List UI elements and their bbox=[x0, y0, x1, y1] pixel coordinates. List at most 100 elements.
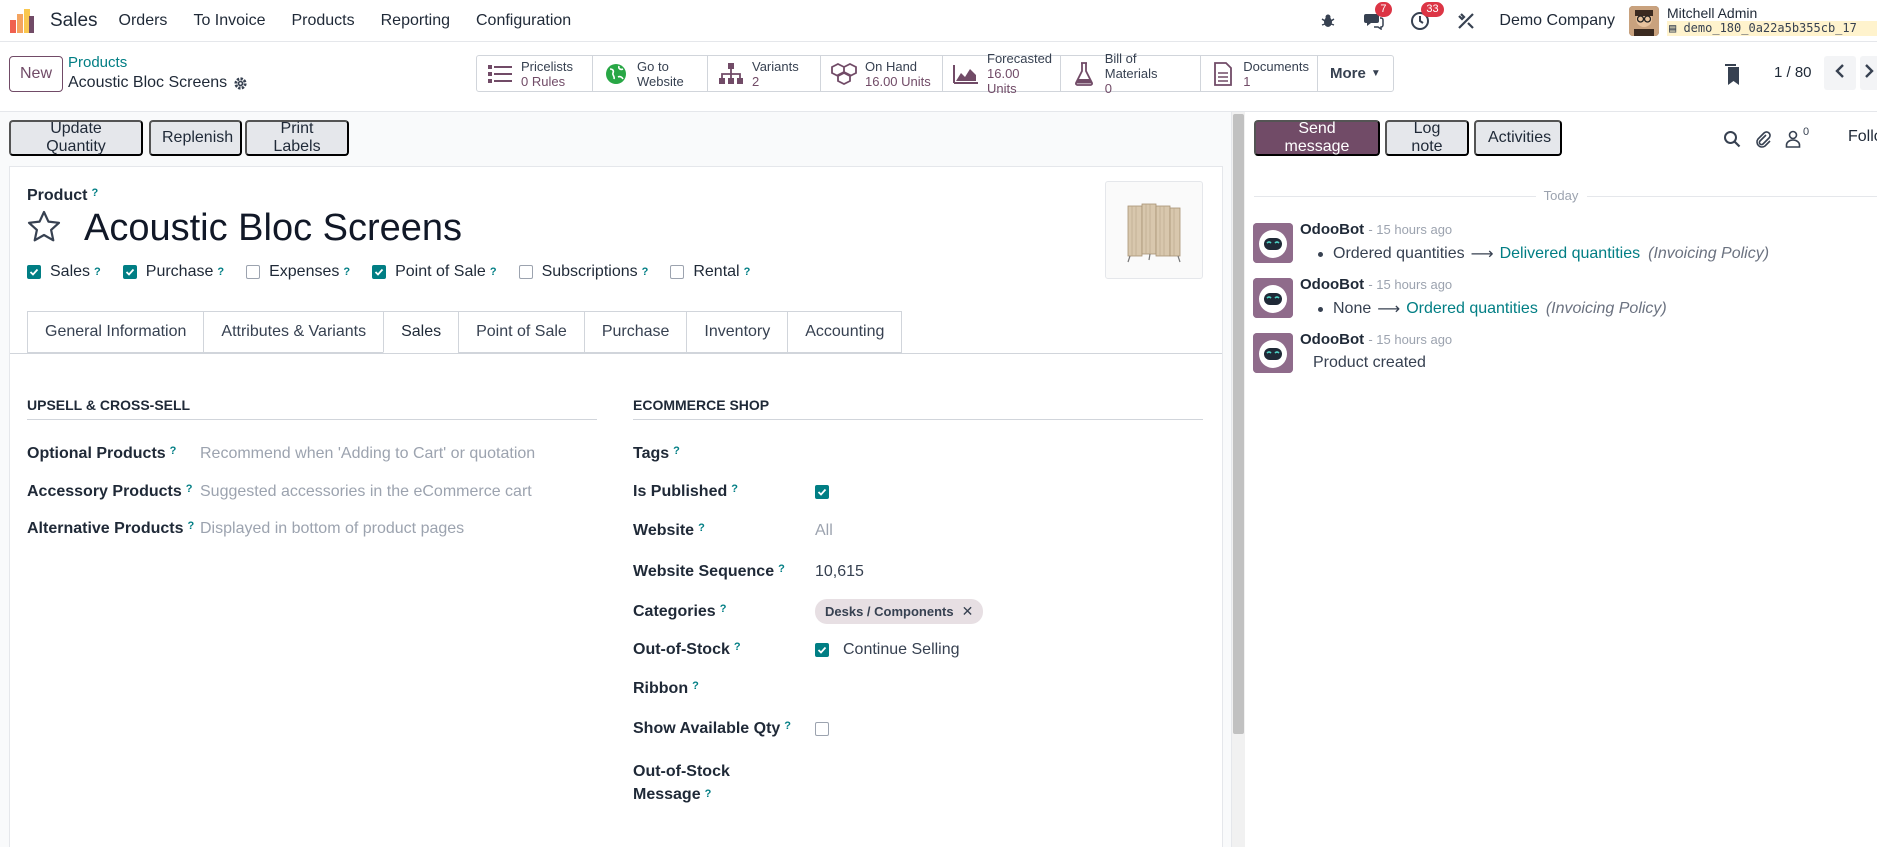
print-labels-button[interactable]: Print Labels bbox=[245, 120, 349, 156]
help-tooltip[interactable]: ? bbox=[94, 266, 101, 278]
search-icon[interactable] bbox=[1723, 130, 1741, 153]
product-name[interactable]: Acoustic Bloc Screens bbox=[84, 207, 462, 250]
odoobot-avatar[interactable] bbox=[1253, 333, 1293, 373]
top-navbar: Sales Orders To Invoice Products Reporti… bbox=[0, 0, 1877, 42]
checkbox-sales[interactable]: Sales? bbox=[27, 263, 101, 281]
help-tooltip[interactable]: ? bbox=[784, 720, 791, 732]
pager-previous-button[interactable] bbox=[1824, 56, 1856, 90]
replenish-button[interactable]: Replenish bbox=[149, 120, 242, 156]
remove-tag-icon[interactable]: ✕ bbox=[962, 603, 974, 620]
odoobot-avatar[interactable] bbox=[1253, 223, 1293, 263]
menu-reporting[interactable]: Reporting bbox=[381, 12, 450, 30]
breadcrumb-products[interactable]: Products bbox=[68, 54, 127, 71]
smart-button-documents[interactable]: Documents 1 bbox=[1201, 56, 1318, 91]
help-tooltip[interactable]: ? bbox=[91, 187, 98, 199]
product-flags: Sales? Purchase? Expenses? Point of Sale… bbox=[27, 263, 772, 281]
smart-buttons: Pricelists 0 Rules Go to Website Variants 2… bbox=[476, 51, 1394, 96]
tools-icon[interactable] bbox=[1455, 10, 1477, 32]
favorite-star-icon[interactable] bbox=[26, 209, 62, 245]
pricelists-label: Pricelists bbox=[521, 58, 574, 74]
debug-bug-icon[interactable] bbox=[1317, 10, 1339, 32]
menu-products[interactable]: Products bbox=[291, 12, 354, 30]
gear-icon[interactable] bbox=[233, 76, 248, 91]
pager-value[interactable]: 1 / 80 bbox=[1774, 64, 1812, 81]
new-button[interactable]: New bbox=[9, 56, 63, 92]
continue-selling-checkbox[interactable]: Continue Selling bbox=[815, 641, 960, 659]
help-tooltip[interactable]: ? bbox=[705, 788, 712, 800]
smart-button-on-hand[interactable]: On Hand 16.00 Units bbox=[821, 56, 943, 91]
activities-button[interactable]: Activities bbox=[1474, 120, 1562, 156]
help-tooltip[interactable]: ? bbox=[692, 680, 699, 692]
form-scrollbar-thumb[interactable] bbox=[1233, 114, 1244, 734]
help-tooltip[interactable]: ? bbox=[778, 563, 785, 575]
help-tooltip[interactable]: ? bbox=[744, 266, 751, 278]
message-time: - 15 hours ago bbox=[1368, 277, 1453, 292]
optional-products-input[interactable]: Recommend when 'Adding to Cart' or quota… bbox=[200, 445, 535, 463]
help-tooltip[interactable]: ? bbox=[343, 266, 350, 278]
tab-general-information[interactable]: General Information bbox=[27, 311, 204, 353]
log-note-button[interactable]: Log note bbox=[1385, 120, 1469, 156]
website-label: Website bbox=[637, 73, 684, 89]
show-available-qty-checkbox[interactable] bbox=[815, 722, 838, 736]
app-name[interactable]: Sales bbox=[50, 10, 98, 32]
company-switcher[interactable]: Demo Company bbox=[1499, 12, 1615, 30]
user-avatar[interactable] bbox=[1629, 6, 1659, 36]
help-tooltip[interactable]: ? bbox=[720, 603, 727, 615]
message-author: OdooBot - 15 hours ago bbox=[1300, 276, 1452, 293]
user-menu[interactable]: Mitchell Admin ▤ demo_180_0a22a5b355cb_1… bbox=[1667, 6, 1877, 36]
send-message-button[interactable]: Send message bbox=[1254, 120, 1380, 156]
menu-to-invoice[interactable]: To Invoice bbox=[193, 12, 265, 30]
alternative-products-input[interactable]: Displayed in bottom of product pages bbox=[200, 520, 464, 538]
help-tooltip[interactable]: ? bbox=[170, 445, 177, 457]
activities-clock-icon[interactable]: 33 bbox=[1409, 2, 1444, 32]
follow-button[interactable]: Follo bbox=[1848, 128, 1877, 146]
tab-sales[interactable]: Sales bbox=[383, 311, 459, 353]
message-author-name[interactable]: OdooBot bbox=[1300, 221, 1364, 238]
help-tooltip[interactable]: ? bbox=[187, 520, 194, 532]
ribbon-input[interactable] bbox=[815, 680, 1195, 700]
tab-purchase[interactable]: Purchase bbox=[583, 311, 687, 353]
message-author-name[interactable]: OdooBot bbox=[1300, 276, 1364, 293]
help-tooltip[interactable]: ? bbox=[731, 483, 738, 495]
smart-button-bill-of-materials[interactable]: Bill of Materials 0 bbox=[1061, 51, 1201, 96]
website-input[interactable]: All bbox=[815, 522, 833, 540]
help-tooltip[interactable]: ? bbox=[698, 522, 705, 534]
checkbox-rental[interactable]: Rental? bbox=[670, 263, 750, 281]
smart-button-pricelists[interactable]: Pricelists 0 Rules bbox=[477, 56, 593, 91]
update-quantity-button[interactable]: Update Quantity bbox=[9, 120, 143, 156]
tab-attributes-variants[interactable]: Attributes & Variants bbox=[203, 311, 384, 353]
smart-button-go-to-website[interactable]: Go to Website bbox=[593, 56, 708, 91]
tab-inventory[interactable]: Inventory bbox=[686, 311, 788, 353]
messages-icon[interactable]: 7 bbox=[1363, 2, 1392, 32]
help-tooltip[interactable]: ? bbox=[673, 445, 680, 457]
apps-menu-icon[interactable] bbox=[9, 8, 35, 34]
menu-orders[interactable]: Orders bbox=[119, 12, 168, 30]
pager-next-button[interactable] bbox=[1860, 56, 1877, 90]
checkbox-expenses[interactable]: Expenses? bbox=[246, 263, 350, 281]
checkbox-subscriptions[interactable]: Subscriptions? bbox=[518, 263, 649, 281]
more-button[interactable]: More ▼ bbox=[1318, 56, 1393, 91]
tab-accounting[interactable]: Accounting bbox=[787, 311, 903, 353]
product-image[interactable] bbox=[1105, 181, 1203, 279]
tab-point-of-sale[interactable]: Point of Sale bbox=[458, 311, 584, 353]
followers-icon[interactable]: 0 bbox=[1785, 126, 1809, 148]
help-tooltip[interactable]: ? bbox=[734, 641, 741, 653]
bookmark-icon[interactable] bbox=[1724, 64, 1742, 91]
smart-button-forecasted[interactable]: Forecasted 16.00 Units bbox=[943, 51, 1061, 96]
help-tooltip[interactable]: ? bbox=[642, 266, 649, 278]
website-sequence-input[interactable]: 10,615 bbox=[815, 563, 864, 581]
help-tooltip[interactable]: ? bbox=[186, 483, 193, 495]
checkbox-point-of-sale[interactable]: Point of Sale? bbox=[372, 263, 497, 281]
message-author-name[interactable]: OdooBot bbox=[1300, 331, 1364, 348]
smart-button-variants[interactable]: Variants 2 bbox=[708, 56, 821, 91]
out-of-stock-message-input[interactable] bbox=[815, 760, 1195, 800]
menu-configuration[interactable]: Configuration bbox=[476, 12, 571, 30]
odoobot-avatar[interactable] bbox=[1253, 278, 1293, 318]
checkbox-purchase[interactable]: Purchase? bbox=[122, 263, 224, 281]
help-tooltip[interactable]: ? bbox=[217, 266, 224, 278]
accessory-products-input[interactable]: Suggested accessories in the eCommerce c… bbox=[200, 483, 532, 501]
tags-input[interactable] bbox=[815, 445, 1195, 465]
help-tooltip[interactable]: ? bbox=[490, 266, 497, 278]
paperclip-icon[interactable] bbox=[1754, 130, 1772, 153]
is-published-checkbox[interactable] bbox=[815, 485, 838, 499]
